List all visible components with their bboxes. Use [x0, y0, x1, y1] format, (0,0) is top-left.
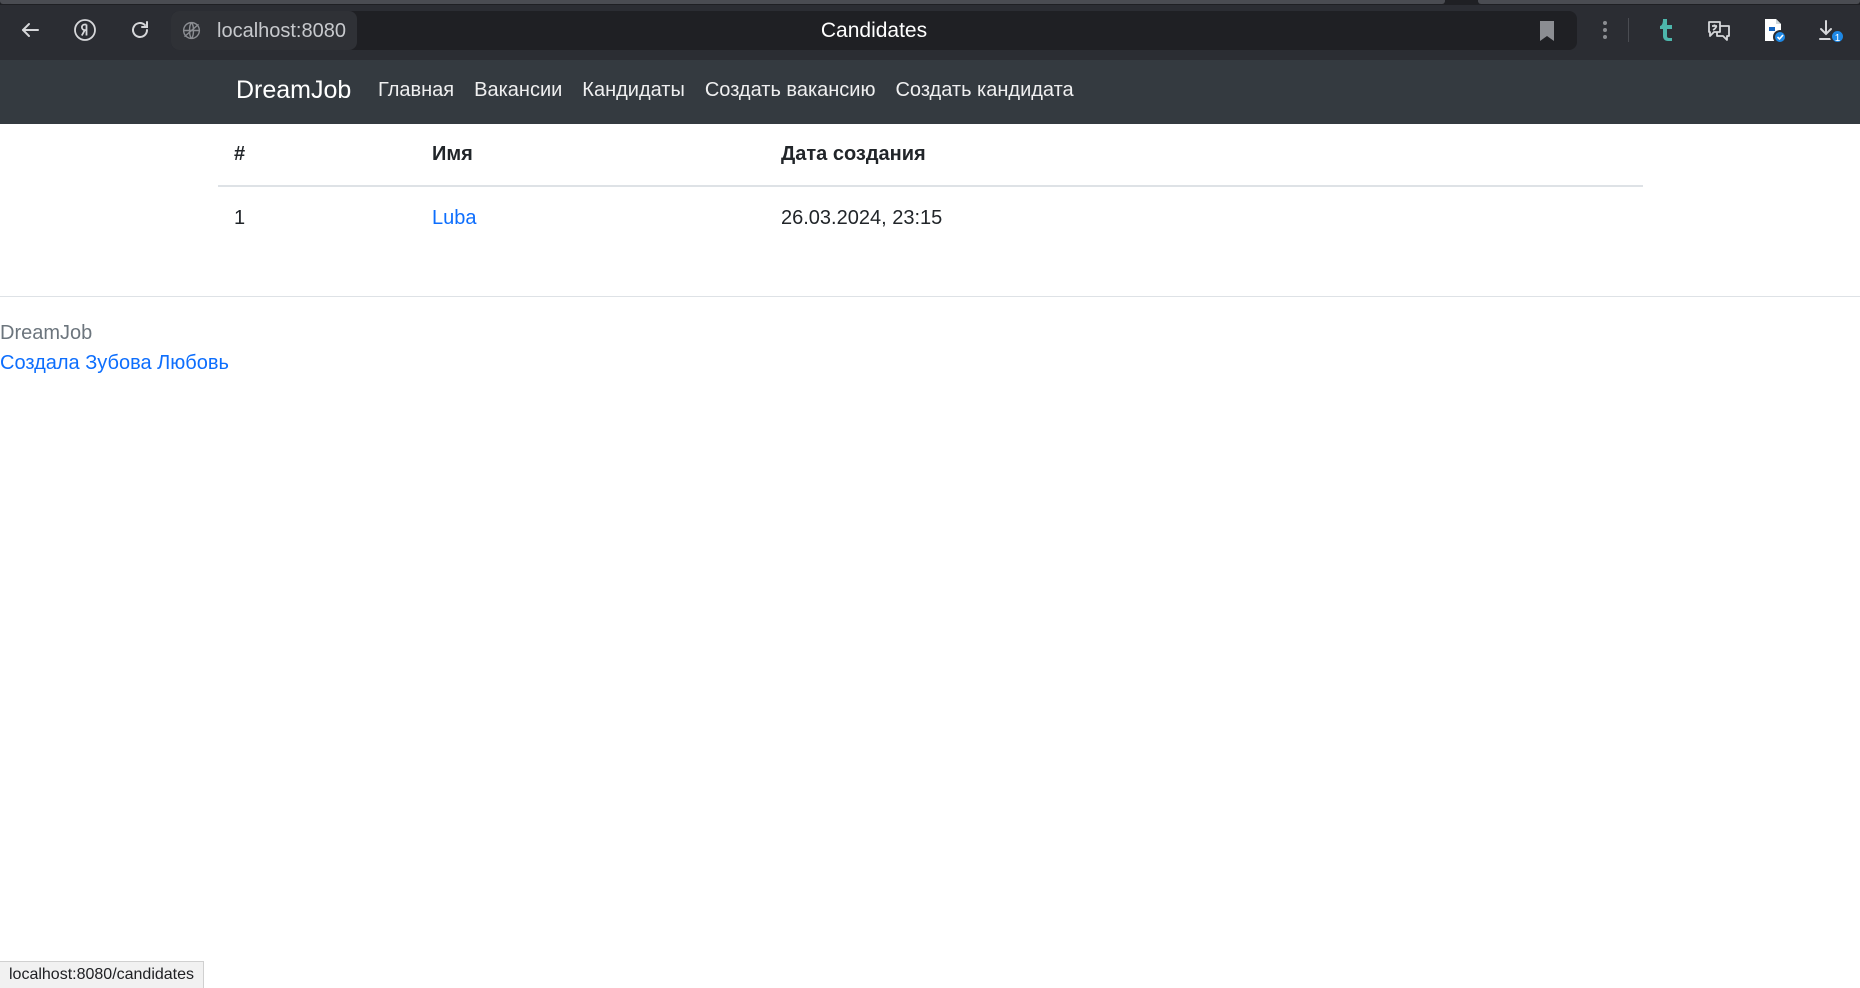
page-title: Candidates	[820, 19, 928, 42]
table-header-row: # Имя Дата создания	[218, 124, 1643, 187]
nav-link-vacancies[interactable]: Вакансии	[474, 79, 562, 102]
downloads-count-badge: 1	[1830, 29, 1845, 44]
nav-link-candidates[interactable]: Кандидаты	[582, 79, 685, 102]
nav-link-home[interactable]: Главная	[378, 79, 454, 102]
cell-created: 26.03.2024, 23:15	[781, 207, 943, 229]
translate-icon[interactable]	[1701, 12, 1737, 48]
tab-strip	[0, 0, 1860, 5]
nav-link-create-candidate[interactable]: Создать кандидата	[895, 79, 1073, 102]
yandex-logo-icon[interactable]	[67, 12, 103, 48]
site-navbar: DreamJob Главная Вакансии Кандидаты Созд…	[0, 60, 1860, 124]
candidate-name-link[interactable]: Luba	[432, 207, 477, 229]
cell-id: 1	[234, 207, 246, 229]
status-bar-url: localhost:8080/candidates	[0, 961, 205, 988]
address-bar[interactable]: localhost:8080 Candidates	[171, 11, 1577, 50]
cell-name: Luba	[416, 186, 765, 250]
candidates-table-container: # Имя Дата создания 1 Luba 26.03.2024, 2…	[218, 124, 1643, 250]
address-url: localhost:8080	[217, 20, 346, 42]
column-header-created: Дата создания	[765, 124, 1643, 187]
footer-divider	[0, 296, 1860, 297]
tab-indicator	[1478, 0, 1860, 4]
candidates-table: # Имя Дата создания 1 Luba 26.03.2024, 2…	[218, 124, 1643, 250]
column-header-name: Имя	[416, 124, 765, 187]
column-header-number: #	[218, 124, 416, 187]
footer-author-link[interactable]: Создала Зубова Любовь	[0, 352, 229, 375]
extension-icon[interactable]	[1756, 12, 1792, 48]
navbar-links: Главная Вакансии Кандидаты Создать вакан…	[378, 79, 1094, 102]
arrow-left-icon[interactable]	[12, 12, 48, 48]
bookmark-icon[interactable]	[1537, 20, 1557, 42]
tab-indicator	[0, 0, 1445, 4]
browser-toolbar: localhost:8080 Candidates 1	[0, 0, 1860, 60]
reload-icon[interactable]	[122, 12, 158, 48]
tumblr-icon[interactable]	[1647, 12, 1683, 48]
site-info-pill[interactable]: localhost:8080	[171, 11, 357, 50]
download-icon[interactable]: 1	[1811, 12, 1847, 48]
toolbar-divider	[1628, 18, 1629, 42]
globe-icon	[182, 21, 201, 40]
navbar-brand[interactable]: DreamJob	[236, 76, 351, 105]
kebab-menu-icon[interactable]	[1587, 12, 1623, 48]
table-row: 1 Luba 26.03.2024, 23:15	[218, 186, 1643, 250]
footer-brand: DreamJob	[0, 322, 93, 344]
nav-link-create-vacancy[interactable]: Создать вакансию	[705, 79, 876, 102]
